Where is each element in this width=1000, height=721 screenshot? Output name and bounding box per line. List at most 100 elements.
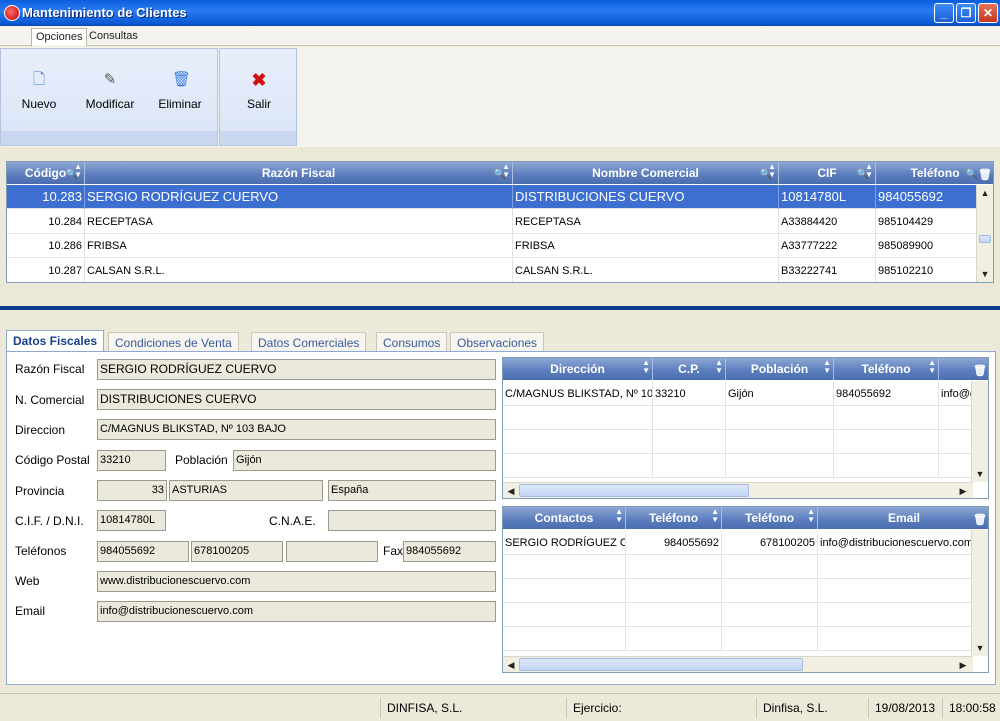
- label-fax: Fax: [383, 544, 404, 558]
- col-direccion[interactable]: Dirección ▲ ▼: [503, 358, 653, 380]
- status-user-company: Dinfisa, S.L.: [756, 698, 868, 718]
- cnae-field[interactable]: [328, 510, 496, 531]
- clients-grid-header: Código 🔍 ▲ ▼ Razón Fiscal 🔍 ▲ ▼ Nombre Comerci…: [7, 162, 993, 184]
- status-bar: DINFISA, S.L. Ejercicio: Dinfisa, S.L. 1…: [0, 693, 1000, 721]
- web-field[interactable]: www.distribucionescuervo.com: [97, 571, 496, 592]
- telefono-3-field[interactable]: [286, 541, 378, 562]
- nuevo-button[interactable]: 🗋 Nuevo: [7, 71, 71, 111]
- col-poblacion[interactable]: Población ▲ ▼: [726, 358, 834, 380]
- email-field[interactable]: info@distribucionescuervo.com: [97, 601, 496, 622]
- ribbon-tab-consultas[interactable]: Consultas: [85, 28, 142, 46]
- cif-field[interactable]: 10814780L: [97, 510, 166, 531]
- status-date: 19/08/2013: [868, 698, 942, 718]
- ribbon-tab-opciones[interactable]: Opciones: [31, 28, 88, 46]
- provincia-field[interactable]: ASTURIAS: [169, 480, 323, 501]
- col-telefono-1[interactable]: Teléfono ▲ ▼: [626, 507, 722, 529]
- table-row[interactable]: C/MAGNUS BLIKSTAD, Nº 103 33210 Gijón 98…: [503, 382, 988, 406]
- col-telefono[interactable]: Teléfono ▲ ▼: [834, 358, 939, 380]
- ribbon-tabs: Opciones Consultas: [0, 26, 1000, 46]
- label-cnae: C.N.A.E.: [269, 514, 316, 528]
- scroll-thumb[interactable]: [519, 658, 803, 671]
- tab-datos-comerciales[interactable]: Datos Comerciales: [251, 332, 367, 352]
- scroll-down-icon[interactable]: ▼: [972, 466, 988, 482]
- exit-x-icon: ✖: [251, 70, 267, 90]
- trash-icon: 🗑: [973, 365, 987, 377]
- tab-datos-fiscales[interactable]: Datos Fiscales: [6, 330, 105, 352]
- status-time: 18:00:58: [942, 698, 1000, 718]
- trash-icon: 🗑: [978, 169, 992, 181]
- codigo-postal-field[interactable]: 33210: [97, 450, 166, 471]
- minimize-button[interactable]: _: [934, 3, 954, 23]
- fax-field[interactable]: 984055692: [403, 541, 496, 562]
- razon-fiscal-field[interactable]: SERGIO RODRÍGUEZ CUERVO: [97, 359, 496, 380]
- clients-grid: Código 🔍 ▲ ▼ Razón Fiscal 🔍 ▲ ▼ Nombre Comerci…: [6, 161, 994, 283]
- col-cp[interactable]: C.P. ▲ ▼: [653, 358, 726, 380]
- telefono-1-field[interactable]: 984055692: [97, 541, 189, 562]
- telefono-2-field[interactable]: 678100205: [191, 541, 283, 562]
- table-row[interactable]: 10.287 CALSAN S.R.L. CALSAN S.R.L. B3322…: [7, 259, 993, 282]
- label-telefonos: Teléfonos: [15, 544, 67, 558]
- col-telefono-2[interactable]: Teléfono ▲ ▼: [722, 507, 818, 529]
- col-contactos[interactable]: Contactos ▲ ▼: [503, 507, 626, 529]
- label-codigo-postal: Código Postal: [15, 453, 90, 467]
- splitter[interactable]: [0, 306, 1000, 310]
- scroll-thumb[interactable]: [979, 235, 991, 243]
- col-razon-fiscal[interactable]: Razón Fiscal 🔍 ▲ ▼: [85, 162, 513, 184]
- tab-observaciones[interactable]: Observaciones: [450, 332, 545, 352]
- col-email[interactable]: Email 🗑: [818, 507, 988, 529]
- edit-icon: ✎: [103, 71, 117, 88]
- scroll-thumb[interactable]: [519, 484, 749, 497]
- status-ejercicio: Ejercicio:: [566, 698, 756, 718]
- tab-consumos[interactable]: Consumos: [376, 332, 448, 352]
- contacts-grid: Contactos ▲ ▼ Teléfono ▲ ▼ Teléfono ▲ ▼ Email 🗑…: [502, 506, 989, 673]
- ribbon: 🗋 Nuevo ✎ Modificar 🗑 Eliminar ✖ Salir: [0, 47, 1000, 147]
- salir-button[interactable]: ✖ Salir: [227, 71, 291, 111]
- scroll-left-icon[interactable]: ◀: [503, 657, 519, 672]
- status-company: DINFISA, S.L.: [380, 698, 566, 718]
- label-email: Email: [15, 604, 46, 618]
- n-comercial-field[interactable]: DISTRIBUCIONES CUERVO: [97, 389, 496, 410]
- table-row[interactable]: 10.286 FRIBSA FRIBSA A33777222 985089900: [7, 234, 993, 258]
- app-icon: [4, 5, 20, 21]
- tab-condiciones-venta[interactable]: Condiciones de Venta: [108, 332, 239, 352]
- col-telefono[interactable]: Teléfono 🔍 🗑: [876, 162, 993, 184]
- direccion-field[interactable]: C/MAGNUS BLIKSTAD, Nº 103 BAJO: [97, 419, 496, 440]
- table-row[interactable]: 10.284 RECEPTASA RECEPTASA A33884420 985…: [7, 210, 993, 234]
- ribbon-group-exit: ✖ Salir: [219, 48, 297, 146]
- addresses-hscroll[interactable]: ◀ ▶: [503, 482, 973, 498]
- scroll-down-icon[interactable]: ▼: [977, 266, 993, 282]
- addresses-vscroll[interactable]: ▼: [971, 381, 988, 482]
- scroll-left-icon[interactable]: ◀: [503, 483, 519, 498]
- col-cif[interactable]: CIF 🔍 ▲ ▼: [779, 162, 876, 184]
- pais-field[interactable]: España: [328, 480, 496, 501]
- trash-icon: 🗑: [973, 514, 987, 526]
- col-codigo[interactable]: Código 🔍 ▲ ▼: [7, 162, 85, 184]
- label-n-comercial: N. Comercial: [15, 393, 85, 407]
- table-row[interactable]: SERGIO RODRÍGUEZ CUE 984055692 678100205…: [503, 531, 988, 555]
- table-row[interactable]: 10.283 SERGIO RODRÍGUEZ CUERVO DISTRIBUC…: [7, 185, 993, 209]
- modificar-button[interactable]: ✎ Modificar: [78, 71, 142, 111]
- poblacion-field[interactable]: Gijón: [233, 450, 496, 471]
- eliminar-button[interactable]: 🗑 Eliminar: [148, 71, 212, 111]
- scroll-right-icon[interactable]: ▶: [955, 483, 971, 498]
- scroll-right-icon[interactable]: ▶: [955, 657, 971, 672]
- label-direccion: Direccion: [15, 423, 66, 437]
- label-web: Web: [15, 574, 40, 588]
- contacts-hscroll[interactable]: ◀ ▶: [503, 656, 973, 672]
- contacts-vscroll[interactable]: ▼: [971, 530, 988, 656]
- trash-icon: 🗑: [172, 71, 192, 88]
- scroll-down-icon[interactable]: ▼: [972, 640, 988, 656]
- clients-vscroll[interactable]: ▲ ▼: [976, 185, 993, 282]
- label-razon-fiscal: Razón Fiscal: [15, 362, 85, 376]
- label-poblacion: Población: [175, 453, 228, 467]
- ribbon-group-records: 🗋 Nuevo ✎ Modificar 🗑 Eliminar: [0, 48, 218, 146]
- col-nombre-comercial[interactable]: Nombre Comercial 🔍 ▲ ▼: [513, 162, 779, 184]
- provincia-code-field[interactable]: 33: [97, 480, 167, 501]
- new-document-icon: 🗋: [32, 71, 46, 88]
- label-cif: C.I.F. / D.N.I.: [15, 514, 84, 528]
- window-title: Mantenimiento de Clientes: [22, 5, 187, 20]
- title-bar: Mantenimiento de Clientes _ ❐ ✕: [0, 0, 1000, 26]
- scroll-up-icon[interactable]: ▲: [977, 185, 993, 201]
- close-button[interactable]: ✕: [978, 3, 998, 23]
- maximize-button[interactable]: ❐: [956, 3, 976, 23]
